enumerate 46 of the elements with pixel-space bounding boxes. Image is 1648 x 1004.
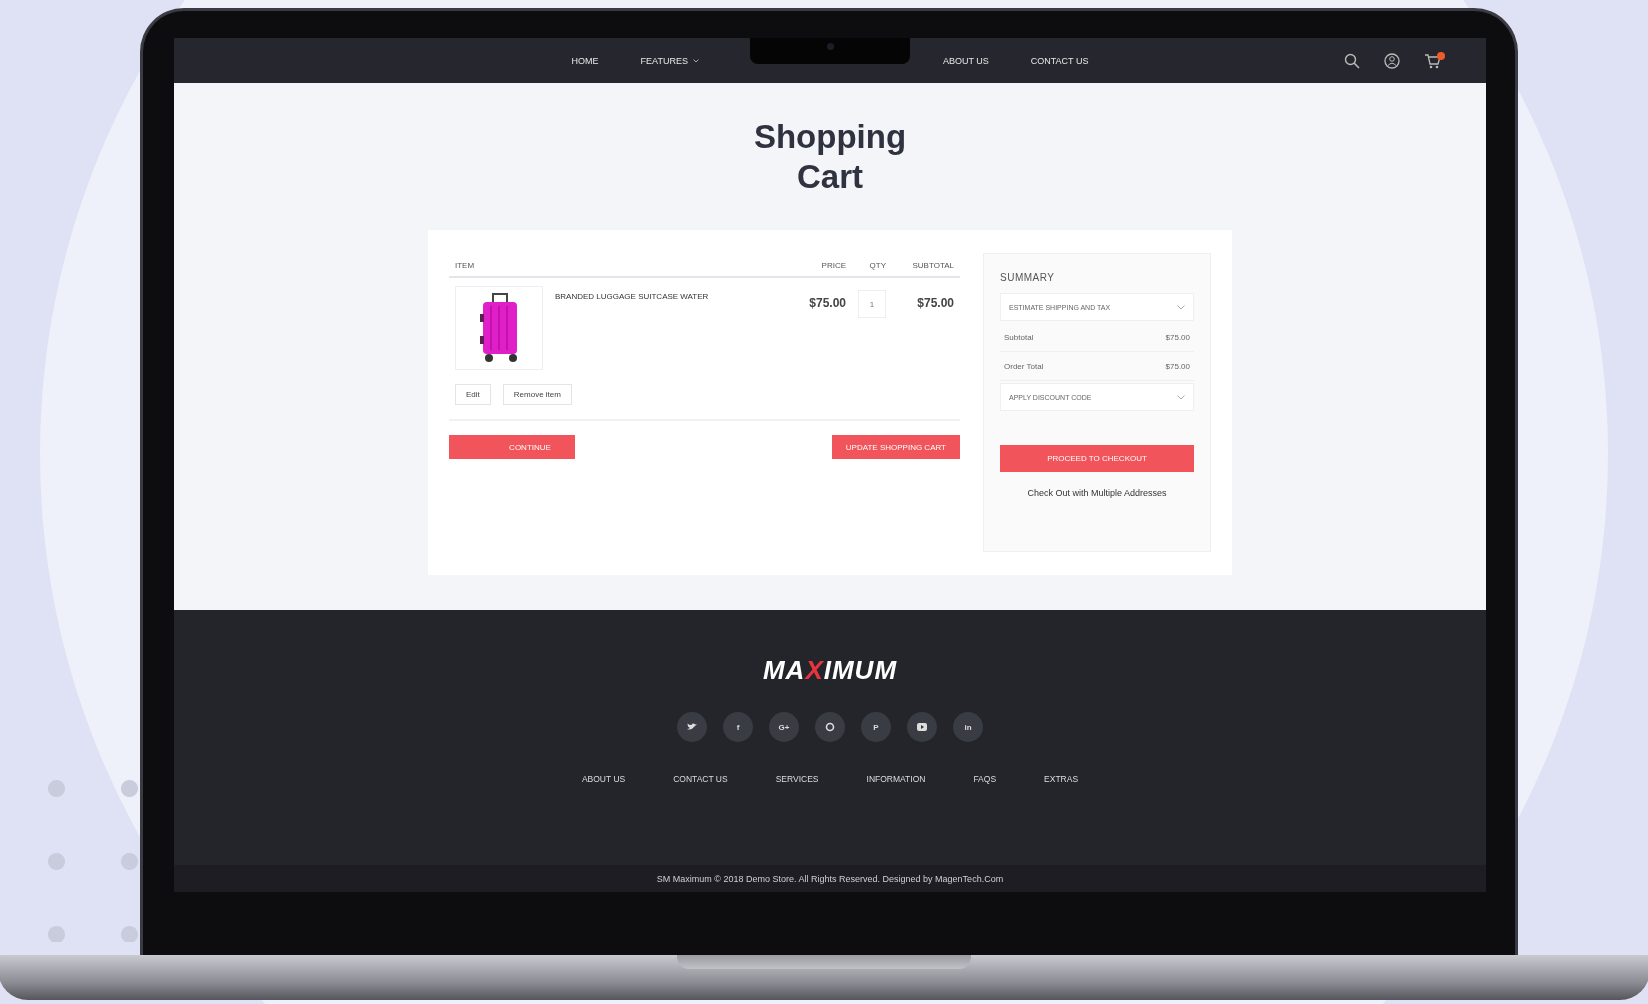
column-header: SUBTOTAL [911,261,954,270]
summary-label: Subtotal [1004,333,1034,342]
subtotal-cell-text: $75.00 [916,296,954,312]
page-title: Shopping Cart [752,117,908,197]
summary-value: $75.00 [1165,362,1190,371]
brand-logo: MAXIMUM [762,655,898,686]
play-icon [917,723,927,731]
column-header: PRICE [820,261,846,270]
social-link[interactable]: G+ [769,712,799,742]
quantity-field[interactable]: 1 [858,290,886,318]
social-link[interactable]: in [953,712,983,742]
footer-link[interactable]: ABOUT US [581,774,626,784]
user-icon[interactable] [1384,52,1400,69]
product-name[interactable]: BRANDED LUGGAGE SUITCASE WATER [555,292,709,301]
column-header: ITEM [455,261,476,270]
footer-link[interactable]: INFORMATION [866,774,926,784]
column-header: QTY [868,261,886,270]
summary-title: SUMMARY [1000,272,1056,283]
ring-icon [825,722,835,732]
nav-link[interactable]: CONTACT US [1030,55,1089,66]
caret-icon [692,58,699,63]
summary-label: Order Total [1004,362,1044,371]
nav-link[interactable]: ABOUT US [942,55,989,66]
price-cell-text: $75.00 [808,296,846,312]
multiple-addresses-link[interactable]: Check Out with Multiple Addresses [1000,486,1194,501]
footer-link[interactable]: EXTRAS [1044,774,1079,784]
nav-link[interactable]: FEATURES [640,55,699,66]
chevron-icon [1177,304,1185,310]
social-link[interactable] [677,712,707,742]
item-action-button[interactable]: Edit [455,384,491,405]
footer-link[interactable]: CONTACT US [673,774,728,784]
item-action-button[interactable]: Remove item [502,384,572,405]
bird-icon [687,723,697,731]
social-link[interactable] [907,712,937,742]
nav-link[interactable]: HOME [571,55,599,66]
summary-value: $75.00 [1165,333,1190,342]
search-icon[interactable] [1344,52,1360,69]
camera-icon [826,43,834,50]
social-link[interactable] [815,712,845,742]
footer-link[interactable]: SERVICES [775,774,819,784]
social-link[interactable]: f [723,712,753,742]
copyright-text: SM Maximum © 2018 Demo Store. All Rights Reserved. Designed by MagenTech.Com [656,873,1004,884]
cart-icon[interactable] [1424,51,1446,70]
social-link[interactable]: P [861,712,891,742]
chevron-icon [1177,394,1185,400]
footer-link[interactable]: FAQS [973,774,997,784]
